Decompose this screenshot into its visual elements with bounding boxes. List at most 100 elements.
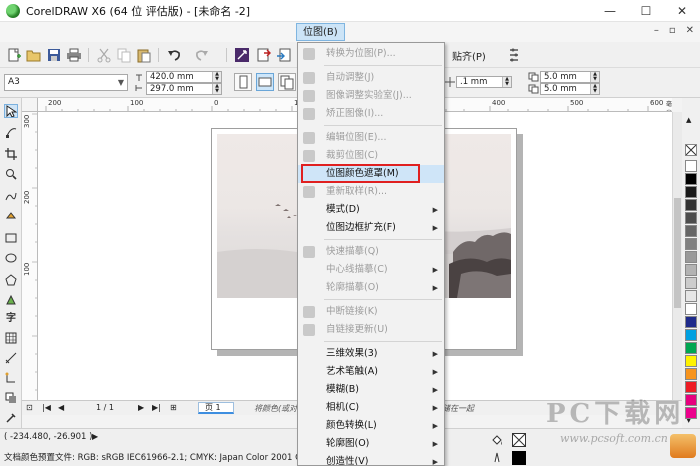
- bitmap-menu-item[interactable]: 轮廓描摹(O) ▶: [298, 279, 444, 297]
- page-size-select[interactable]: A3 ▼: [4, 74, 128, 91]
- portrait-icon[interactable]: [234, 73, 252, 91]
- outline-pen-icon[interactable]: [491, 451, 503, 463]
- color-swatch[interactable]: [685, 303, 697, 315]
- redo-icon[interactable]: [194, 47, 210, 63]
- color-swatch[interactable]: [685, 316, 697, 328]
- color-swatch[interactable]: [685, 381, 697, 393]
- freehand-tool-icon[interactable]: [4, 190, 18, 204]
- nudge-distance-field[interactable]: .1 mm ▲ ▼: [456, 76, 512, 88]
- bitmap-menu-item[interactable]: 中心线描摹(C) ▶: [298, 261, 444, 279]
- expand-arrow-icon[interactable]: ▶: [92, 432, 98, 441]
- minimize-button[interactable]: —: [592, 0, 628, 22]
- parallel-dimension-tool-icon[interactable]: [4, 352, 18, 366]
- color-swatch[interactable]: [685, 368, 697, 380]
- undo-icon[interactable]: [166, 47, 182, 63]
- bitmap-menu-item[interactable]: 快速描摹(Q): [298, 243, 444, 261]
- all-pages-icon[interactable]: [278, 73, 296, 91]
- color-swatch[interactable]: [685, 160, 697, 172]
- scrollbar-thumb[interactable]: [674, 198, 681, 308]
- bitmap-menu-item[interactable]: 相机(C) ▶: [298, 399, 444, 417]
- page-width-field[interactable]: 420.0 mm ▲ ▼: [146, 71, 222, 83]
- bitmap-menu-item[interactable]: 重新取样(R)...: [298, 183, 444, 201]
- connector-tool-icon[interactable]: [4, 372, 18, 386]
- bitmap-menu-item[interactable]: 模式(D) ▶: [298, 201, 444, 219]
- shape-tool-icon[interactable]: [4, 126, 18, 140]
- no-color-swatch[interactable]: [685, 144, 697, 156]
- doc-close-button[interactable]: ✕: [686, 25, 694, 36]
- next-page-icon[interactable]: ▶: [138, 403, 144, 412]
- doc-restore-button[interactable]: ▫: [669, 25, 676, 36]
- bitmap-menu-item[interactable]: 三维效果(3) ▶: [298, 345, 444, 363]
- duplicate-y-spinner[interactable]: ▲ ▼: [590, 84, 599, 94]
- bitmap-menu-item[interactable]: 自链接更新(U): [298, 321, 444, 339]
- pick-tool-icon[interactable]: [4, 104, 18, 118]
- page-options-icon[interactable]: ⊡: [26, 403, 33, 412]
- eyedropper-tool-icon[interactable]: [4, 412, 18, 426]
- menu-bitmap[interactable]: 位图(B): [296, 23, 345, 41]
- save-icon[interactable]: [46, 47, 62, 63]
- options-icon[interactable]: [506, 47, 522, 63]
- nudge-spinner[interactable]: ▲ ▼: [502, 77, 511, 87]
- crop-tool-icon[interactable]: [4, 148, 18, 162]
- print-icon[interactable]: [66, 47, 82, 63]
- bitmap-menu-item[interactable]: 自动调整(J): [298, 69, 444, 87]
- search-content-icon[interactable]: [234, 47, 250, 63]
- snap-to-menu[interactable]: 贴齐(P): [452, 48, 486, 63]
- landscape-icon[interactable]: [256, 73, 274, 91]
- add-page-icon[interactable]: ⊞: [170, 403, 177, 412]
- fill-none-indicator[interactable]: [512, 433, 526, 447]
- bitmap-menu-item[interactable]: 中断链接(K): [298, 303, 444, 321]
- color-swatch[interactable]: [685, 212, 697, 224]
- color-swatch[interactable]: [685, 329, 697, 341]
- color-swatch[interactable]: [685, 264, 697, 276]
- color-swatch[interactable]: [685, 394, 697, 406]
- vertical-scrollbar[interactable]: [672, 112, 682, 400]
- copy-icon[interactable]: [116, 47, 132, 63]
- color-swatch[interactable]: [685, 238, 697, 250]
- new-document-icon[interactable]: [6, 47, 22, 63]
- ruler-origin[interactable]: [22, 98, 38, 112]
- maximize-button[interactable]: ☐: [628, 0, 664, 22]
- text-tool-icon[interactable]: 字: [4, 312, 18, 326]
- bitmap-menu-item[interactable]: 颜色转换(L) ▶: [298, 417, 444, 435]
- vertical-ruler[interactable]: 300 200 100: [22, 112, 38, 400]
- smart-fill-tool-icon[interactable]: [4, 210, 18, 224]
- first-page-icon[interactable]: |◀: [42, 403, 51, 412]
- duplicate-x-spinner[interactable]: ▲ ▼: [590, 72, 599, 82]
- color-swatch[interactable]: [685, 355, 697, 367]
- color-swatch[interactable]: [685, 277, 697, 289]
- color-swatch[interactable]: [685, 407, 697, 419]
- bitmap-menu-item[interactable]: 创造性(V) ▶: [298, 453, 444, 465]
- color-swatch[interactable]: [685, 225, 697, 237]
- fill-bucket-icon[interactable]: [491, 434, 503, 446]
- cut-icon[interactable]: [96, 47, 112, 63]
- prev-page-icon[interactable]: ◀: [58, 403, 64, 412]
- open-icon[interactable]: [26, 47, 42, 63]
- document-color-profile[interactable]: 文档颜色预置文件: RGB: sRGB IEC61966-2.1; CMYK: …: [4, 451, 315, 463]
- duplicate-y-field[interactable]: 5.0 mm ▲ ▼: [540, 83, 600, 95]
- page-height-field[interactable]: 297.0 mm ▲ ▼: [146, 83, 222, 95]
- last-page-icon[interactable]: ▶|: [152, 403, 161, 412]
- color-swatch[interactable]: [685, 290, 697, 302]
- coreldraw-app-icon[interactable]: [6, 3, 20, 18]
- color-swatch[interactable]: [685, 173, 697, 185]
- color-swatch[interactable]: [685, 251, 697, 263]
- outline-color-indicator[interactable]: [512, 451, 526, 465]
- basic-shapes-tool-icon[interactable]: [4, 294, 18, 308]
- ellipse-tool-icon[interactable]: [4, 252, 18, 266]
- rectangle-tool-icon[interactable]: [4, 232, 18, 246]
- export-icon[interactable]: [276, 47, 292, 63]
- polygon-tool-icon[interactable]: [4, 274, 18, 288]
- bitmap-menu-item[interactable]: 位图边框扩充(F) ▶: [298, 219, 444, 237]
- table-tool-icon[interactable]: [4, 332, 18, 346]
- color-swatch[interactable]: [685, 186, 697, 198]
- bitmap-menu-item[interactable]: 矫正图像(I)...: [298, 105, 444, 123]
- page-tab-1[interactable]: 页 1: [198, 402, 234, 414]
- close-button[interactable]: ✕: [664, 0, 700, 22]
- drop-shadow-tool-icon[interactable]: [4, 392, 18, 406]
- bitmap-menu-item[interactable]: 艺术笔触(A) ▶: [298, 363, 444, 381]
- bitmap-menu-item[interactable]: 编辑位图(E)...: [298, 129, 444, 147]
- palette-scroll-up-icon[interactable]: ▲: [686, 116, 691, 124]
- duplicate-x-field[interactable]: 5.0 mm ▲ ▼: [540, 71, 600, 83]
- page-width-spinner[interactable]: ▲ ▼: [212, 72, 221, 82]
